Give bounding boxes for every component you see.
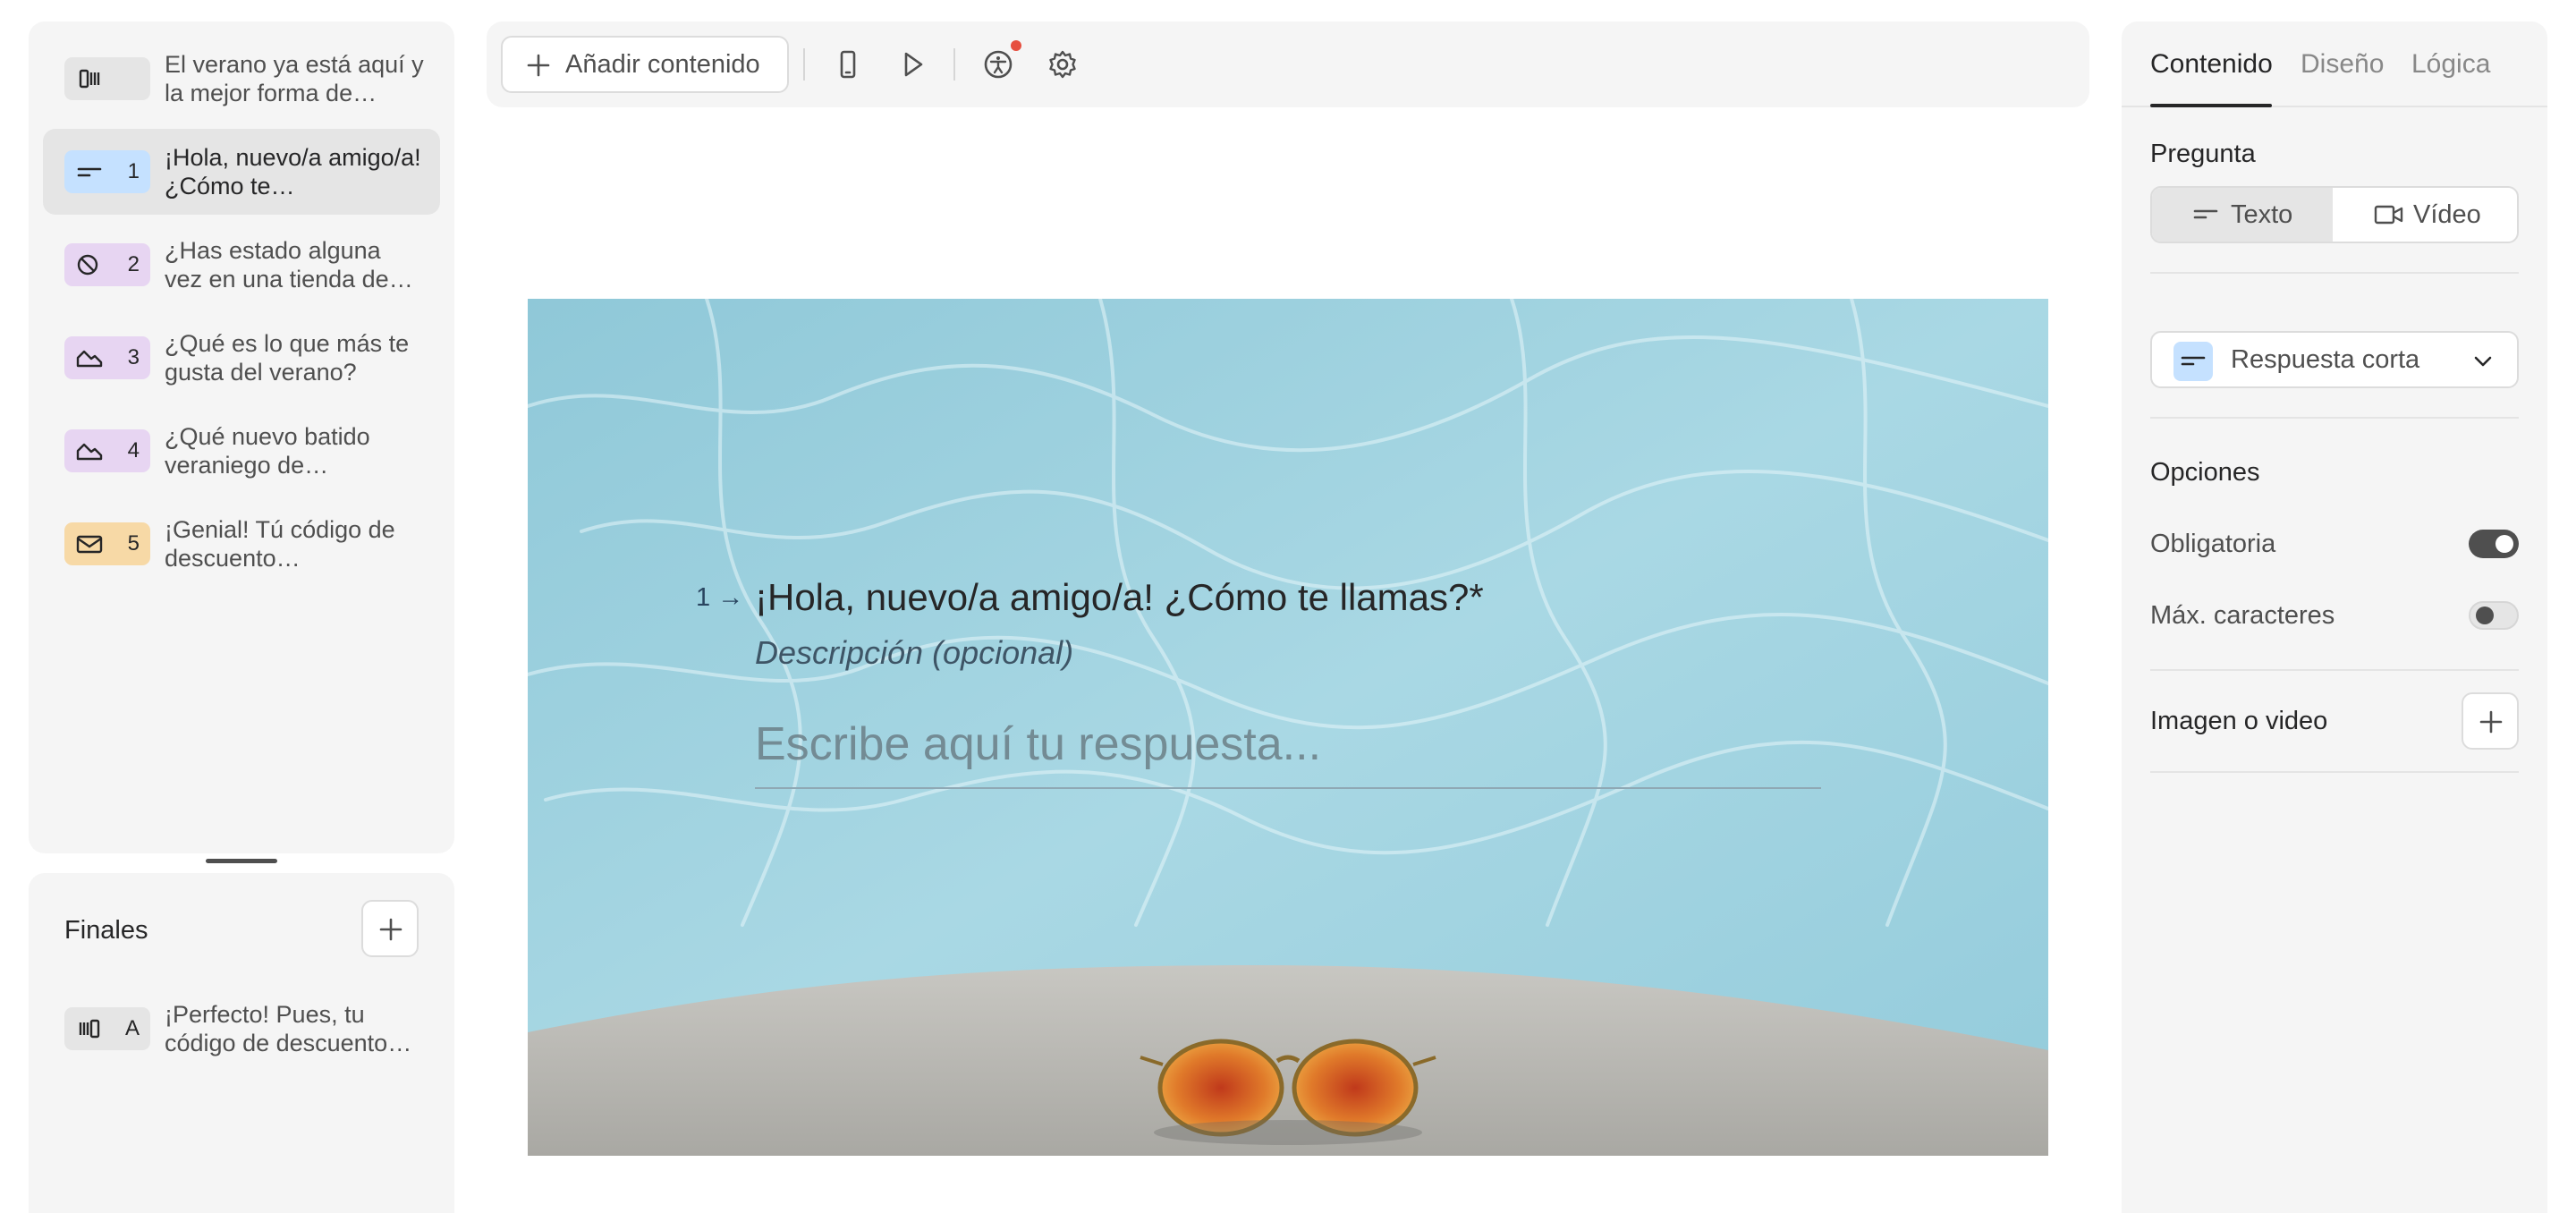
question-mode-switch: Texto Vídeo <box>2150 186 2519 243</box>
preview-button[interactable] <box>891 43 934 86</box>
mobile-preview-button[interactable] <box>826 43 869 86</box>
short-text-icon <box>2181 356 2206 366</box>
toggle-knob <box>2476 606 2494 624</box>
required-label: Obligatoria <box>2150 530 2276 558</box>
add-ending-button[interactable] <box>361 900 419 957</box>
plus-icon <box>2479 710 2503 734</box>
options-section-label: Opciones <box>2150 458 2260 487</box>
question-type-dropdown[interactable]: Respuesta corta <box>2150 331 2519 388</box>
welcome-screen-icon <box>79 69 100 89</box>
question-item-2[interactable]: 2 ¿Has estado alguna vez en una tienda d… <box>43 222 440 308</box>
chevron-down-icon <box>2474 356 2492 367</box>
gear-icon <box>1049 50 1076 79</box>
welcome-screen-text: El verano ya está aquí y la mejor forma … <box>165 51 424 106</box>
section-divider <box>2150 771 2519 773</box>
question-number: 1 <box>127 159 140 183</box>
question-description[interactable]: Descripción (opcional) <box>755 632 1073 674</box>
question-number: 3 <box>127 345 140 369</box>
question-item-5[interactable]: 5 ¡Genial! Tú código de descuento… <box>43 501 440 587</box>
question-number: 4 <box>127 438 140 462</box>
question-number: 5 <box>127 531 140 556</box>
question-text: ¿Has estado alguna vez en una tienda de… <box>165 237 413 293</box>
play-icon <box>904 52 923 77</box>
picture-choice-icon <box>76 350 103 368</box>
text-mode-label: Texto <box>2231 200 2293 229</box>
answer-input[interactable] <box>755 712 1821 789</box>
text-mode-button[interactable]: Texto <box>2152 188 2333 242</box>
question-title[interactable]: ¡Hola, nuevo/a amigo/a! ¿Cómo te llamas?… <box>755 573 1484 623</box>
question-text: ¡Genial! Tú código de descuento… <box>165 516 395 572</box>
question-text: ¿Qué es lo que más te gusta del verano? <box>165 330 410 386</box>
tab-logica[interactable]: Lógica <box>2411 45 2490 84</box>
max-chars-label: Máx. caracteres <box>2150 601 2335 630</box>
max-chars-toggle[interactable] <box>2469 601 2519 630</box>
question-number: 2 <box>127 252 140 276</box>
active-tab-indicator <box>2150 104 2272 107</box>
add-content-button[interactable]: Añadir contenido <box>501 36 789 93</box>
section-divider <box>2150 272 2519 274</box>
question-number: 1 <box>696 583 711 612</box>
question-badge: 1 <box>64 150 150 193</box>
section-divider <box>2150 669 2519 671</box>
question-item-3[interactable]: 3 ¿Qué es lo que más te gusta del verano… <box>43 315 440 401</box>
plus-icon <box>527 54 550 77</box>
section-divider <box>2150 417 2519 419</box>
question-type-label: Respuesta corta <box>2231 345 2420 374</box>
toolbar-divider <box>803 48 805 81</box>
question-badge: 3 <box>64 336 150 379</box>
settings-button[interactable] <box>1041 43 1084 86</box>
question-item-1[interactable]: 1 ¡Hola, nuevo/a amigo/a! ¿Cómo te… <box>43 129 440 215</box>
question-section-label: Pregunta <box>2150 140 2256 168</box>
video-mode-label: Vídeo <box>2413 200 2481 229</box>
plus-icon <box>379 918 402 941</box>
video-mode-button[interactable]: Vídeo <box>2334 188 2517 242</box>
question-type-badge <box>2174 342 2213 381</box>
question-badge: 2 <box>64 243 150 286</box>
welcome-badge <box>64 57 150 100</box>
picture-choice-icon <box>76 443 103 461</box>
notification-dot <box>1011 40 1021 51</box>
endings-title: Finales <box>64 916 148 945</box>
media-section-label: Imagen o video <box>2150 707 2328 735</box>
ending-item-a[interactable]: A ¡Perfecto! Pues, tu código de descuent… <box>43 986 440 1072</box>
question-badge: 4 <box>64 429 150 472</box>
short-text-icon <box>2193 209 2218 219</box>
mail-icon <box>76 535 103 554</box>
mobile-phone-icon <box>840 50 856 79</box>
ending-letter: A <box>124 1016 140 1040</box>
tab-diseno[interactable]: Diseño <box>2301 45 2384 84</box>
accessibility-icon <box>984 50 1013 79</box>
toggle-knob <box>2496 535 2513 553</box>
question-number-indicator: 1 → <box>696 580 743 615</box>
question-text: ¿Qué nuevo batido veraniego de… <box>165 423 370 479</box>
question-text: ¡Hola, nuevo/a amigo/a! ¿Cómo te… <box>165 144 421 199</box>
video-camera-icon <box>2374 205 2403 225</box>
panel-resize-handle[interactable] <box>206 859 277 863</box>
add-content-label: Añadir contenido <box>565 50 760 79</box>
required-toggle[interactable] <box>2469 530 2519 558</box>
ending-badge: A <box>64 1007 150 1050</box>
tab-contenido[interactable]: Contenido <box>2150 45 2273 84</box>
ending-text: ¡Perfecto! Pues, tu código de descuento… <box>165 1001 412 1056</box>
welcome-screen-item[interactable]: El verano ya está aquí y la mejor forma … <box>43 36 440 122</box>
arrow-right-icon: → <box>717 583 744 612</box>
slash-circle-icon <box>77 254 98 276</box>
ending-screen-icon <box>79 1019 100 1039</box>
question-badge: 5 <box>64 522 150 565</box>
add-media-button[interactable] <box>2462 692 2519 750</box>
short-text-icon <box>77 167 102 177</box>
toolbar-divider <box>953 48 955 81</box>
question-item-4[interactable]: 4 ¿Qué nuevo batido veraniego de… <box>43 408 440 494</box>
